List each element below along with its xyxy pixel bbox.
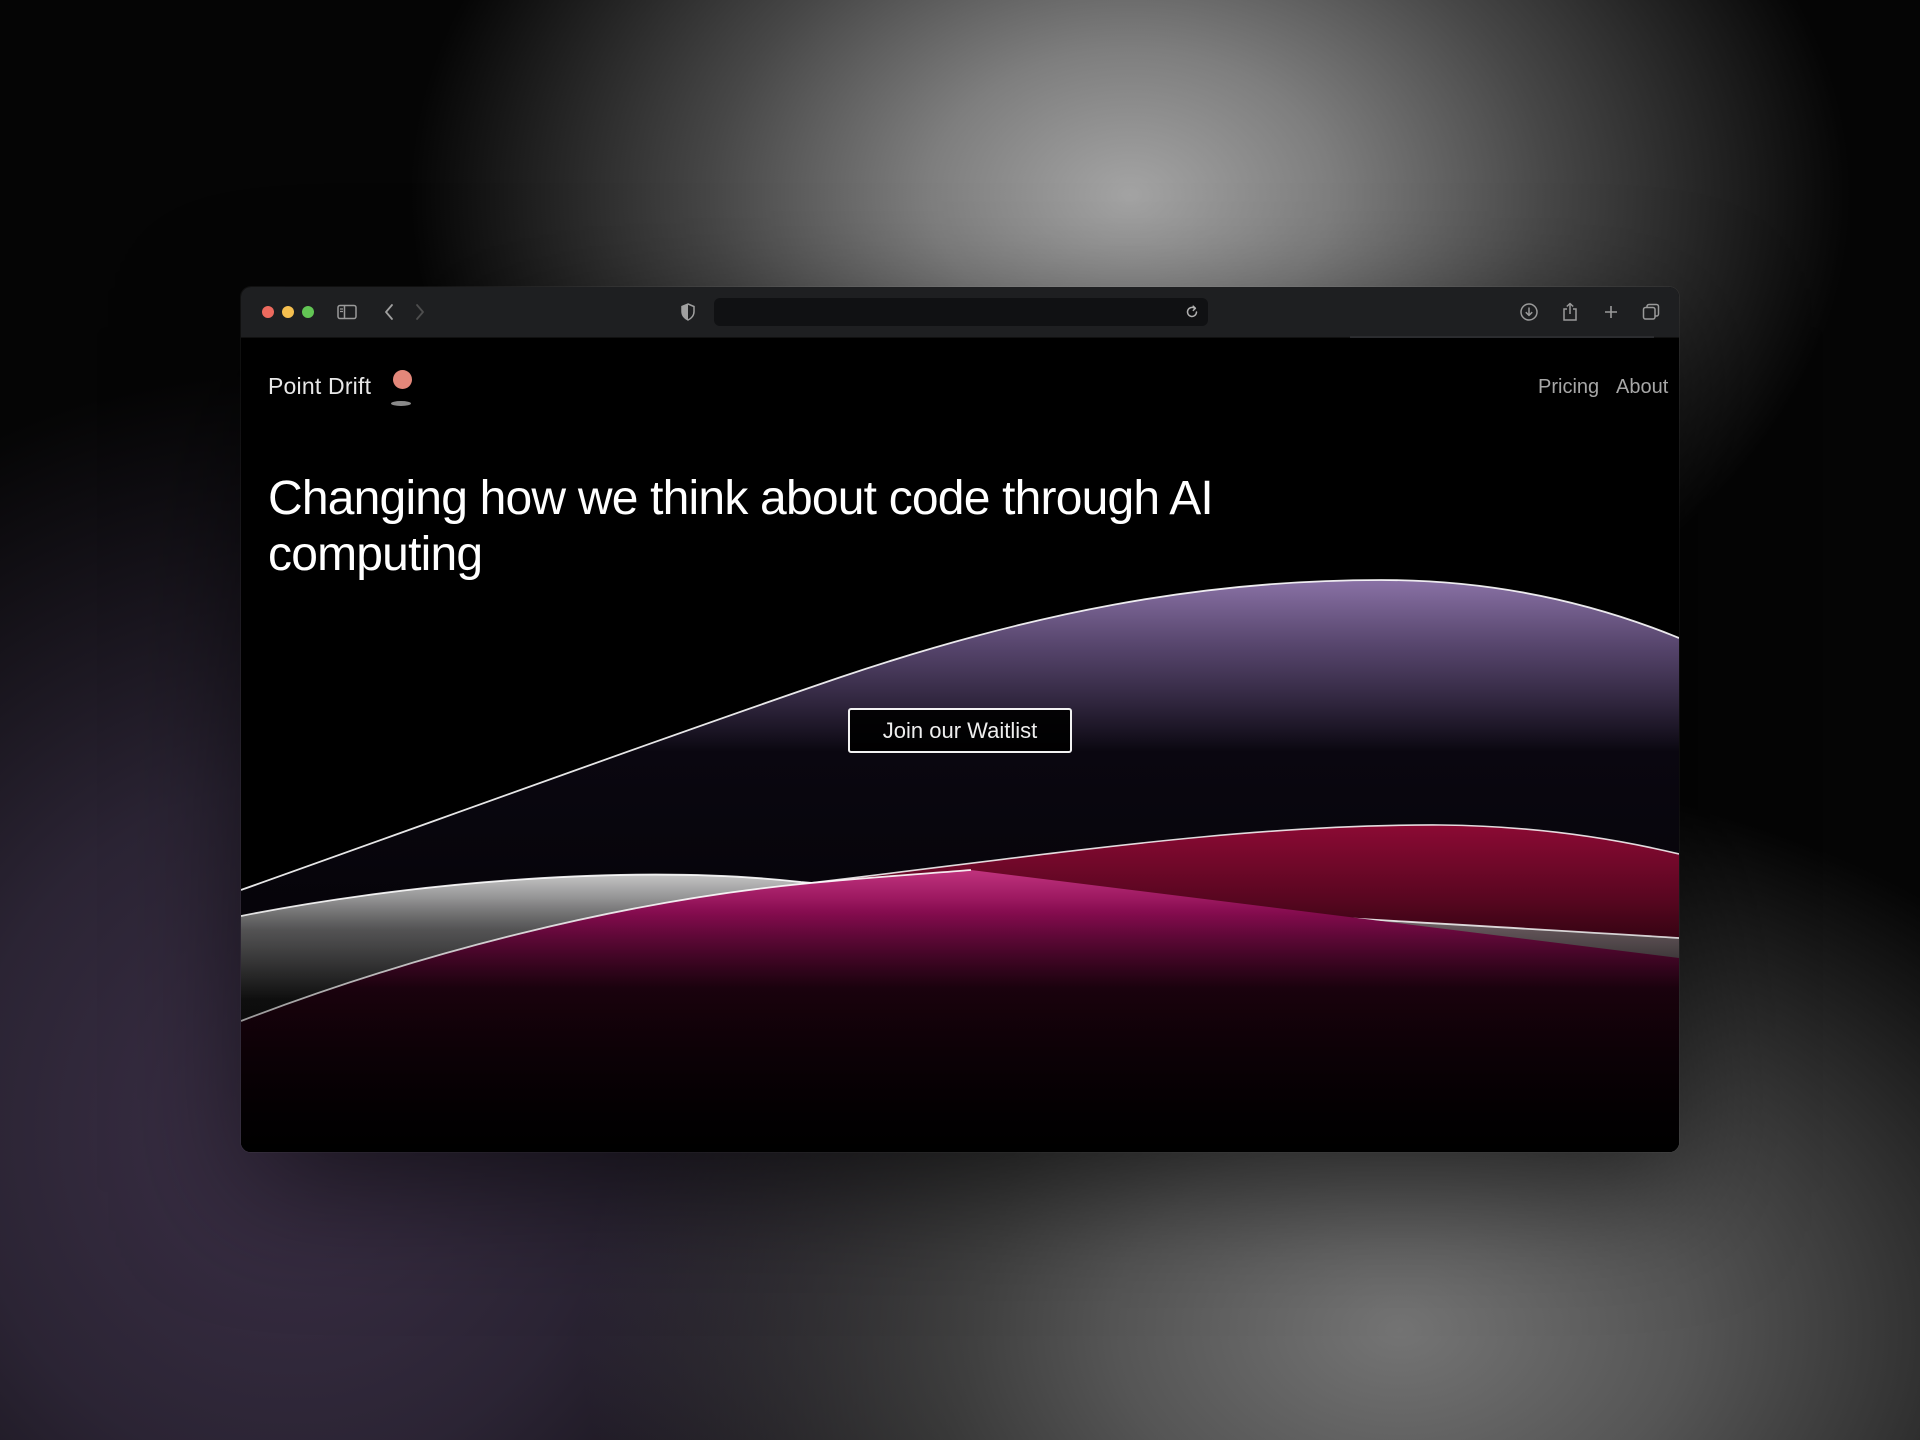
nav-link-pricing[interactable]: Pricing (1538, 376, 1599, 399)
new-tab-icon[interactable] (1599, 300, 1623, 324)
join-waitlist-button[interactable]: Join our Waitlist (848, 708, 1072, 753)
browser-toolbar (241, 287, 1679, 338)
back-icon[interactable] (377, 300, 401, 324)
web-page: Point Drift Pricing About Changing how w… (241, 338, 1679, 1152)
address-bar[interactable] (714, 298, 1208, 326)
browser-window: Point Drift Pricing About Changing how w… (241, 287, 1679, 1152)
close-window-button[interactable] (262, 306, 274, 318)
nav-link-about[interactable]: About (1616, 376, 1668, 399)
hero-headline: Changing how we think about code through… (268, 472, 1214, 581)
tab-overview-icon[interactable] (1639, 300, 1663, 324)
share-icon[interactable] (1558, 300, 1582, 324)
zoom-window-button[interactable] (302, 306, 314, 318)
forward-icon[interactable] (408, 300, 432, 324)
minimize-window-button[interactable] (282, 306, 294, 318)
brand-name[interactable]: Point Drift (268, 373, 371, 400)
shield-icon[interactable] (676, 300, 700, 324)
sidebar-icon[interactable] (335, 300, 359, 324)
brand-logo-icon (389, 370, 413, 410)
download-icon[interactable] (1517, 300, 1541, 324)
reload-icon[interactable] (1180, 300, 1204, 324)
